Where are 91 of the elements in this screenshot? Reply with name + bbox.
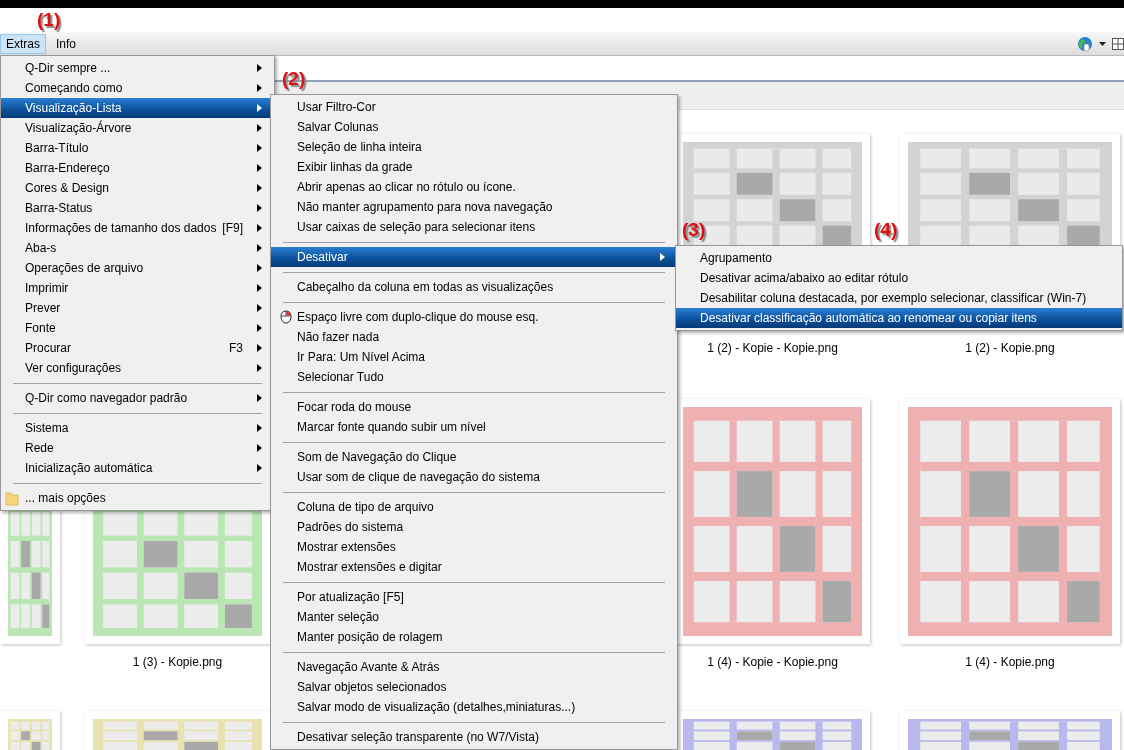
menu-item[interactable]: Procurar F3 bbox=[1, 338, 274, 358]
menu-item[interactable]: Aba-s bbox=[1, 238, 274, 258]
menu-item[interactable]: Desativar bbox=[271, 247, 677, 267]
shortcut-label: F3 bbox=[229, 341, 243, 355]
menu-item[interactable]: Cores & Design bbox=[1, 178, 274, 198]
menu-item[interactable]: Agrupamento bbox=[676, 248, 1122, 268]
submenu-arrow-icon bbox=[257, 264, 262, 272]
submenu-arrow-icon bbox=[257, 224, 262, 232]
step-number-label: (2) bbox=[282, 68, 306, 90]
menu-item[interactable]: Desativar seleção transparente (no W7/Vista) bbox=[271, 727, 677, 747]
step-number-label: (3) bbox=[682, 219, 706, 241]
menu-item[interactable]: Usar Filtro-Cor bbox=[271, 97, 677, 117]
menu-item[interactable]: Desativar acima/abaixo ao editar rótulo bbox=[676, 268, 1122, 288]
menu-item[interactable]: Selecionar Tudo bbox=[271, 367, 677, 387]
submenu-arrow-icon bbox=[257, 184, 262, 192]
menu-item[interactable]: Desativar classificação automática ao renomear ou copiar itens bbox=[676, 308, 1122, 328]
mouse-icon bbox=[279, 309, 293, 325]
shortcut-label: [F9] bbox=[222, 221, 243, 235]
submenu-arrow-icon bbox=[257, 164, 262, 172]
menu-item[interactable]: Ir Para: Um Nível Acima bbox=[271, 347, 677, 367]
menu-item[interactable]: Q-Dir sempre ... bbox=[1, 58, 274, 78]
submenu-arrow-icon bbox=[257, 124, 262, 132]
menu-item[interactable]: Salvar modo de visualização (detalhes,miniaturas...) bbox=[271, 697, 677, 717]
menu-item[interactable]: Não manter agrupamento para nova navegação bbox=[271, 197, 677, 217]
submenu-arrow-icon bbox=[257, 304, 262, 312]
menu-bar-item[interactable]: Extras bbox=[0, 33, 46, 54]
file-name-label: 1 (4) - Kopie.png bbox=[965, 655, 1055, 669]
menu-item[interactable]: Q-Dir como navegador padrão bbox=[1, 388, 274, 408]
menu-item[interactable]: Barra-Título bbox=[1, 138, 274, 158]
file-name-label: 1 (3) - Kopie.png bbox=[132, 655, 223, 669]
folder-icon bbox=[5, 490, 19, 506]
menu-item[interactable]: Salvar Colunas bbox=[271, 117, 677, 137]
menu-item[interactable]: Manter posição de rolagem bbox=[271, 627, 677, 647]
menu-item[interactable]: Exibir linhas da grade bbox=[271, 157, 677, 177]
dropdown-caret-icon[interactable] bbox=[1099, 41, 1106, 46]
menu-item[interactable]: Som de Navegação do Clique bbox=[271, 447, 677, 467]
menu-item[interactable]: Mostrar extensões bbox=[271, 537, 677, 557]
menu-item[interactable]: Rede bbox=[1, 438, 274, 458]
menu-item[interactable]: Fonte bbox=[1, 318, 274, 338]
menu-item[interactable]: Manter seleção bbox=[271, 607, 677, 627]
menu-item[interactable]: Salvar objetos selecionados bbox=[271, 677, 677, 697]
menu-item[interactable]: Inicialização automática bbox=[1, 458, 274, 478]
menu-item[interactable]: Por atualização [F5] bbox=[271, 587, 677, 607]
menu-item[interactable]: Coluna de tipo de arquivo bbox=[271, 497, 677, 517]
submenu-arrow-icon bbox=[660, 253, 665, 261]
menu-item[interactable]: Barra-Endereço bbox=[1, 158, 274, 178]
step-number-label: (1) bbox=[37, 9, 61, 31]
step-number-label: (4) bbox=[874, 219, 898, 241]
menu-item[interactable]: Usar som de clique de navegação do sistema bbox=[271, 467, 677, 487]
menu-item[interactable]: Padrões do sistema bbox=[271, 517, 677, 537]
menu-item[interactable]: Seleção de linha inteira bbox=[271, 137, 677, 157]
submenu-arrow-icon bbox=[257, 424, 262, 432]
menu-bar-item[interactable]: Info bbox=[50, 33, 83, 54]
menu-item[interactable]: Sistema bbox=[1, 418, 274, 438]
menu-item[interactable]: Não fazer nada bbox=[271, 327, 677, 347]
submenu-arrow-icon bbox=[257, 394, 262, 402]
submenu-arrow-icon bbox=[257, 244, 262, 252]
menu-item[interactable]: Focar roda do mouse bbox=[271, 397, 677, 417]
menu-item[interactable]: Espaço livre com duplo-clique do mouse esq. bbox=[271, 307, 677, 327]
menu-item[interactable]: Imprimir bbox=[1, 278, 274, 298]
submenu-arrow-icon bbox=[257, 204, 262, 212]
menu-item[interactable]: Cabeçalho da coluna em todas as visualizações bbox=[271, 277, 677, 297]
menu-item[interactable]: Barra-Status bbox=[1, 198, 274, 218]
menu-item[interactable]: Informações de tamanho dos dados [F9] bbox=[1, 218, 274, 238]
submenu-arrow-icon bbox=[257, 444, 262, 452]
submenu-arrow-icon bbox=[257, 344, 262, 352]
submenu-arrow-icon bbox=[257, 324, 262, 332]
file-name-label: 1 (2) - Kopie - Kopie.png bbox=[707, 341, 838, 355]
menu-item[interactable]: Usar caixas de seleção para selecionar itens bbox=[271, 217, 677, 237]
menu-item[interactable]: Começando como bbox=[1, 78, 274, 98]
menu-item[interactable]: Mostrar extensões e digitar bbox=[271, 557, 677, 577]
globe-icon[interactable] bbox=[1077, 35, 1093, 52]
menu-item[interactable]: Prever bbox=[1, 298, 274, 318]
file-name-label: 1 (4) - Kopie - Kopie.png bbox=[707, 655, 838, 669]
menu-item[interactable]: Visualização-Árvore bbox=[1, 118, 274, 138]
menu-item[interactable]: Marcar fonte quando subir um nível bbox=[271, 417, 677, 437]
menu-item[interactable]: Ver configurações bbox=[1, 358, 274, 378]
menu-item[interactable]: Abrir apenas ao clicar no rótulo ou ícone. bbox=[271, 177, 677, 197]
submenu-arrow-icon bbox=[257, 64, 262, 72]
grid-layout-icon[interactable] bbox=[1112, 37, 1124, 50]
menu-item[interactable]: Desabilitar coluna destacada, por exemplo selecionar, classificar (Win-7) bbox=[676, 288, 1122, 308]
submenu-arrow-icon bbox=[257, 104, 262, 112]
menu-item[interactable]: ... mais opções bbox=[1, 488, 274, 508]
file-name-label: 1 (2) - Kopie.png bbox=[965, 341, 1055, 355]
submenu-arrow-icon bbox=[257, 84, 262, 92]
submenu-arrow-icon bbox=[257, 144, 262, 152]
submenu-arrow-icon bbox=[257, 364, 262, 372]
submenu-arrow-icon bbox=[257, 464, 262, 472]
menu-item[interactable]: Navegação Avante & Atrás bbox=[271, 657, 677, 677]
menu-item[interactable]: Operações de arquivo bbox=[1, 258, 274, 278]
submenu-arrow-icon bbox=[257, 284, 262, 292]
